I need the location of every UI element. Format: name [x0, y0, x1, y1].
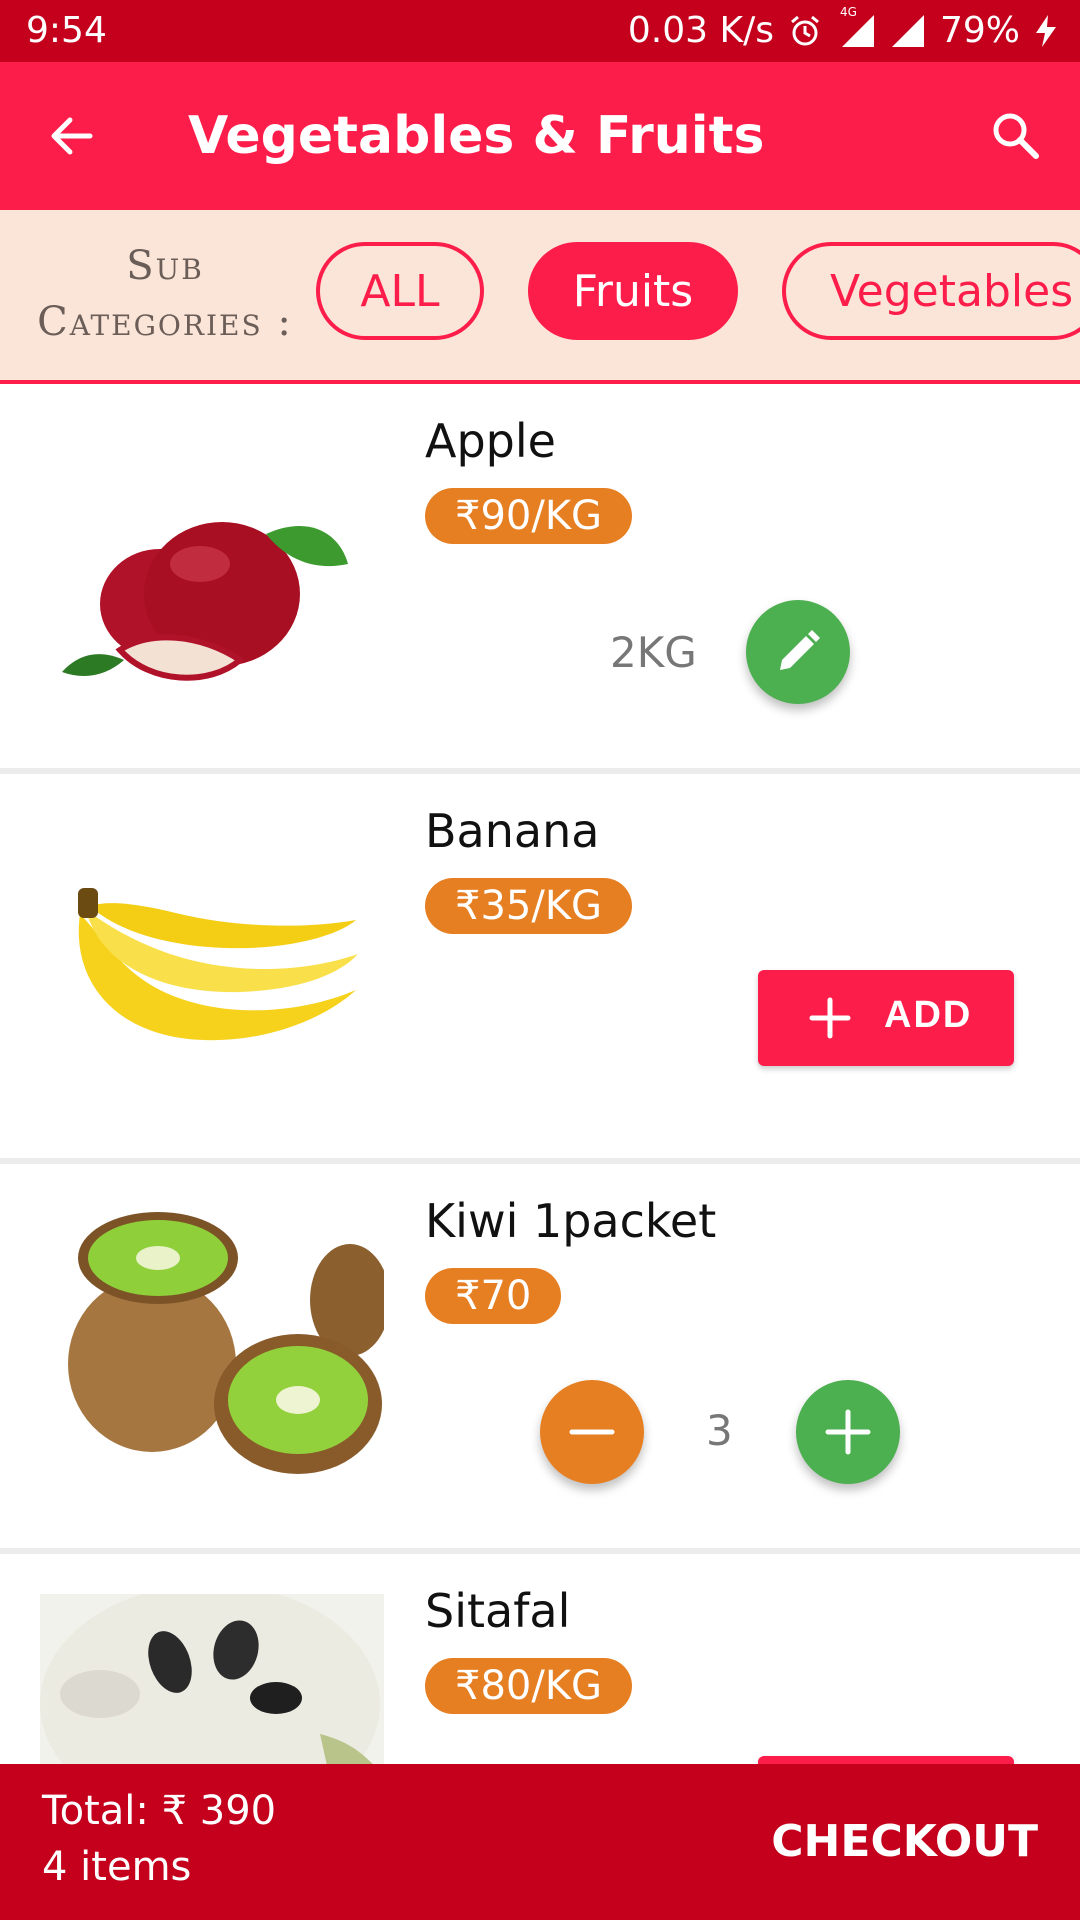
edit-quantity-button[interactable]	[746, 600, 850, 704]
subcategory-label: Sub Categories :	[30, 238, 300, 350]
minus-icon	[569, 1429, 615, 1435]
product-item-apple: Apple ₹90/KG 2KG	[0, 384, 1080, 774]
status-indicators: 0.03 K/s 4G 79%	[627, 5, 1058, 51]
charging-icon	[1034, 13, 1058, 49]
checkout-button[interactable]: CHECKOUT	[771, 1816, 1038, 1867]
pencil-icon	[780, 630, 820, 670]
price-badge: ₹80/KG	[425, 1658, 633, 1714]
cart-total: Total: ₹ 390	[42, 1788, 277, 1834]
subcategory-label-line1: Sub	[126, 243, 204, 289]
subcategory-label-line2: Categories :	[37, 299, 293, 345]
chip-fruits[interactable]: Fruits	[528, 242, 738, 340]
plus-icon	[809, 997, 851, 1039]
quantity-value: 2KG	[610, 628, 697, 677]
product-list[interactable]: Apple ₹90/KG 2KG Banana ₹35/KG ADD Kiwi …	[0, 384, 1080, 1764]
product-item-kiwi: Kiwi 1packet ₹70 3	[0, 1164, 1080, 1554]
decrease-quantity-button[interactable]	[540, 1380, 644, 1484]
app-bar: Vegetables & Fruits	[0, 62, 1080, 210]
product-item-sitafal: Sitafal ₹80/KG	[0, 1554, 1080, 1764]
status-bar: 9:54 0.03 K/s 4G 79%	[0, 0, 1080, 62]
product-name: Sitafal	[425, 1584, 571, 1638]
plus-icon	[825, 1409, 871, 1455]
apple-image	[40, 424, 384, 724]
kiwi-image	[40, 1204, 390, 1504]
subcategory-bar: Sub Categories : ALL Fruits Vegetables	[0, 210, 1080, 384]
network-speed: 0.03 K/s	[627, 10, 774, 51]
price-badge: ₹70	[425, 1268, 562, 1324]
wifi-signal-icon	[890, 13, 926, 49]
back-arrow-icon[interactable]	[44, 108, 100, 164]
battery-level: 79%	[939, 10, 1020, 51]
chip-all[interactable]: ALL	[316, 242, 484, 340]
price-badge: ₹90/KG	[425, 488, 633, 544]
add-to-cart-button[interactable]: ADD	[758, 970, 1014, 1066]
add-to-cart-button[interactable]	[758, 1756, 1014, 1764]
alarm-icon	[788, 14, 822, 48]
chip-vegetables[interactable]: Vegetables	[782, 242, 1080, 340]
status-time: 9:54	[26, 10, 107, 51]
cart-item-count: 4 items	[42, 1844, 192, 1890]
signal-icon: 4G	[836, 5, 876, 49]
banana-image	[40, 814, 384, 1114]
price-badge: ₹35/KG	[425, 878, 633, 934]
quantity-value: 3	[706, 1406, 733, 1455]
product-name: Apple	[425, 414, 556, 468]
product-item-banana: Banana ₹35/KG ADD	[0, 774, 1080, 1164]
add-button-label: ADD	[884, 994, 973, 1036]
product-name: Kiwi 1packet	[425, 1194, 717, 1248]
page-title: Vegetables & Fruits	[188, 106, 765, 166]
product-name: Banana	[425, 804, 600, 858]
search-icon[interactable]	[988, 108, 1044, 164]
sitafal-image	[40, 1584, 384, 1764]
increase-quantity-button[interactable]	[796, 1380, 900, 1484]
cart-summary-bar: Total: ₹ 390 4 items CHECKOUT	[0, 1764, 1080, 1920]
network-type: 4G	[839, 4, 857, 19]
